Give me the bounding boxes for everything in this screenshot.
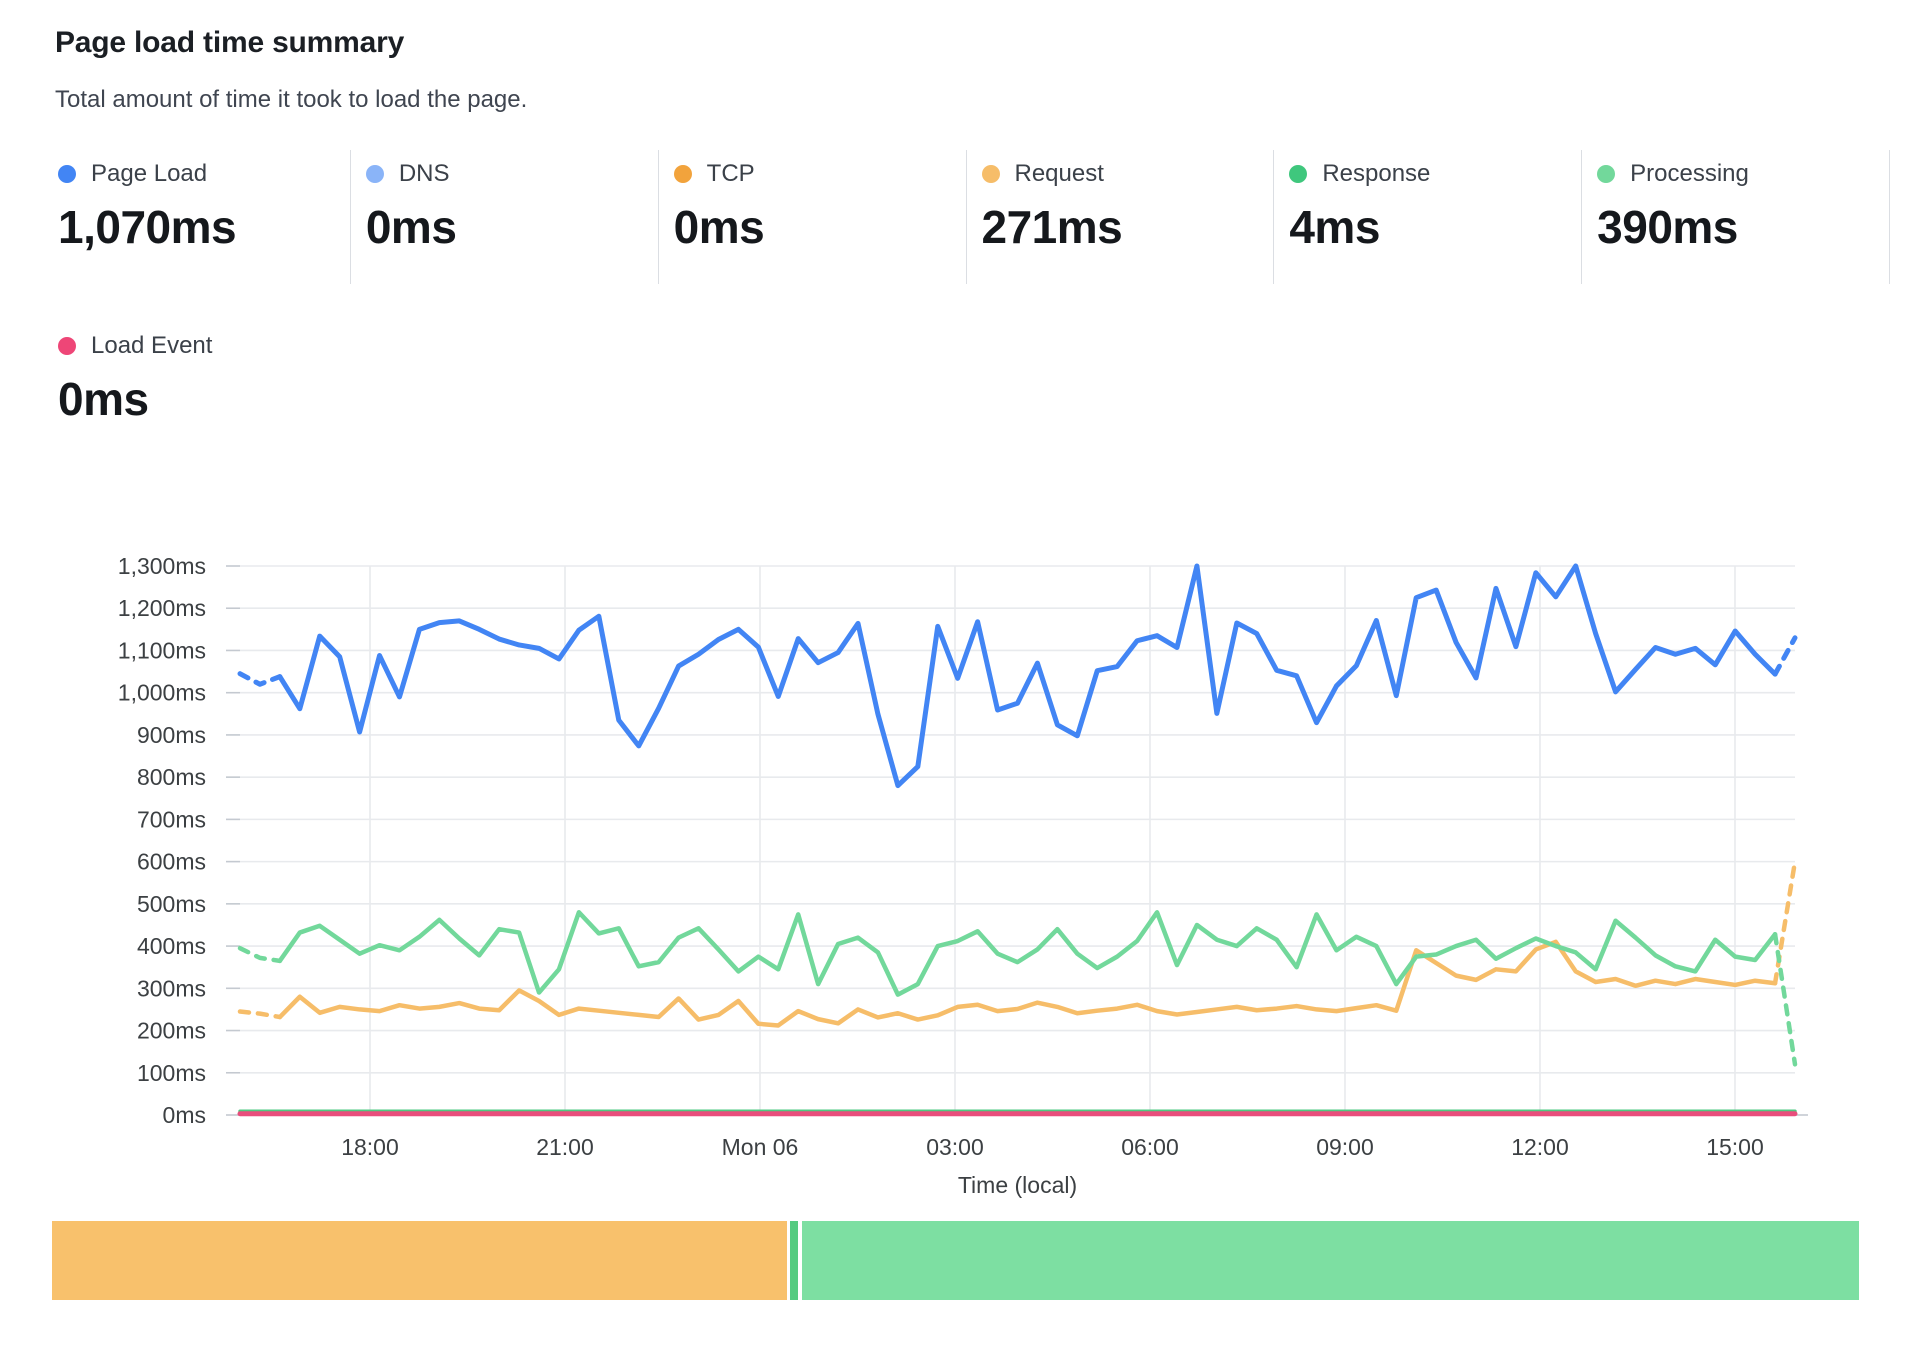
status-segment-warning[interactable] xyxy=(52,1221,787,1300)
status-segment-sliver[interactable] xyxy=(790,1221,798,1300)
y-axis-tick-label: 1,100ms xyxy=(118,637,206,663)
y-axis-tick-label: 500ms xyxy=(137,891,206,917)
y-axis-tick-label: 1,300ms xyxy=(118,553,206,579)
y-axis-tick-label: 200ms xyxy=(137,1018,206,1044)
status-segment-passing[interactable] xyxy=(802,1221,1859,1300)
x-axis-tick-label: 12:00 xyxy=(1511,1134,1569,1160)
y-axis-tick-label: 300ms xyxy=(137,975,206,1001)
y-axis-tick-label: 400ms xyxy=(137,933,206,959)
y-axis-tick-label: 1,000ms xyxy=(118,680,206,706)
series-line-processing xyxy=(280,912,1775,994)
x-axis-tick-label: 06:00 xyxy=(1121,1134,1179,1160)
x-axis-tick-label: Mon 06 xyxy=(722,1134,799,1160)
y-axis-tick-label: 800ms xyxy=(137,764,206,790)
series-line-page-load xyxy=(280,566,1775,786)
status-strip[interactable] xyxy=(52,1221,1859,1300)
x-axis-tick-label: 15:00 xyxy=(1706,1134,1764,1160)
y-axis-tick-label: 100ms xyxy=(137,1060,206,1086)
y-axis-tick-label: 600ms xyxy=(137,849,206,875)
load-time-chart[interactable]: 0ms 100ms 200ms 300ms 400ms 500ms 600ms 700ms 80… xyxy=(0,0,1910,1352)
y-axis-tick-label: 900ms xyxy=(137,722,206,748)
x-axis-tick-label: 18:00 xyxy=(341,1134,399,1160)
y-axis-tick-label: 1,200ms xyxy=(118,595,206,621)
page-load-summary-panel: Page load time summary Total amount of t… xyxy=(0,0,1910,1352)
y-axis-tick-label: 0ms xyxy=(163,1102,206,1128)
x-axis-tick-label: 21:00 xyxy=(536,1134,594,1160)
x-axis-title: Time (local) xyxy=(958,1172,1077,1198)
y-axis-tick-label: 700ms xyxy=(137,806,206,832)
x-axis-tick-label: 09:00 xyxy=(1316,1134,1374,1160)
x-axis-tick-label: 03:00 xyxy=(926,1134,984,1160)
